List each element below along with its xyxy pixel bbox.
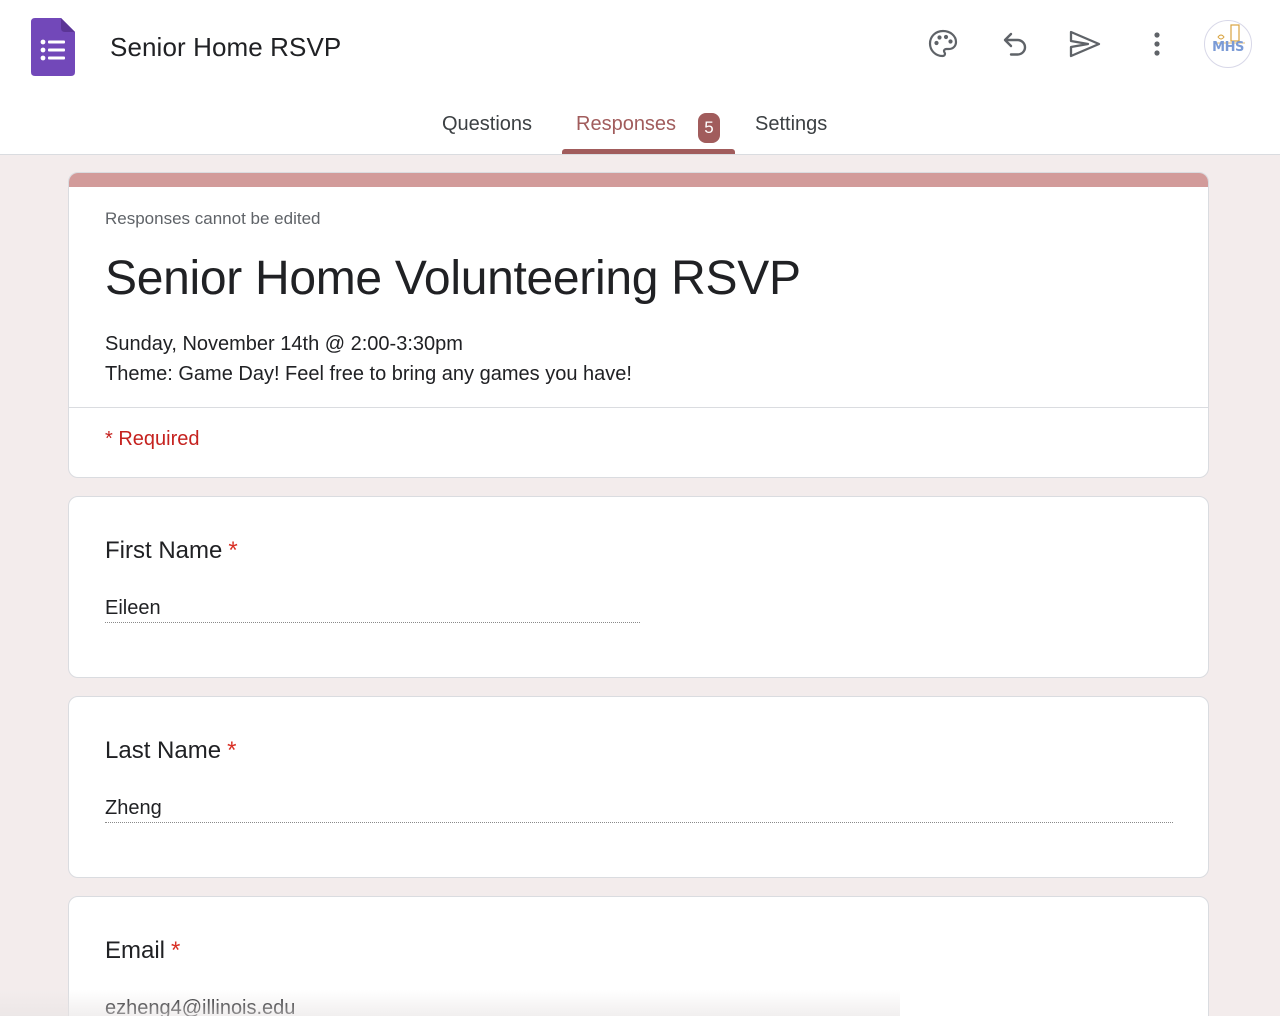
required-note: * Required xyxy=(105,428,200,450)
answer-underline xyxy=(105,822,1173,823)
question-title: First Name xyxy=(105,537,223,564)
question-title: Email xyxy=(105,937,166,964)
question-card-email: Email * ezheng4@illinois.edu xyxy=(68,896,1209,1016)
question-label: Last Name * xyxy=(105,737,236,765)
form-description-line: Sunday, November 14th @ 2:00-3:30pm xyxy=(105,333,463,355)
question-label: Email * xyxy=(105,937,180,965)
required-asterisk: * xyxy=(171,937,181,964)
answer-text: ezheng4@illinois.edu xyxy=(105,997,296,1016)
question-card-first-name: First Name * Eileen xyxy=(68,496,1209,678)
tab-responses[interactable]: Responses xyxy=(576,113,676,136)
top-app-bar: Senior Home RSVP MHS Questions Responses… xyxy=(0,0,1280,155)
send-icon xyxy=(1068,29,1102,59)
question-card-last-name: Last Name * Zheng xyxy=(68,696,1209,878)
form-tabs: Questions Responses 5 Settings xyxy=(0,105,1280,155)
avatar-initials: MHS xyxy=(1212,40,1244,55)
form-description-line: Theme: Game Day! Feel free to bring any … xyxy=(105,363,632,385)
send-button[interactable] xyxy=(1065,24,1105,64)
undo-button[interactable] xyxy=(995,24,1035,64)
answer-text: Zheng xyxy=(105,797,162,819)
form-header-card: Responses cannot be edited Senior Home V… xyxy=(68,172,1209,478)
more-options-button[interactable] xyxy=(1137,24,1177,64)
more-vert-icon xyxy=(1152,30,1162,58)
responses-count-badge: 5 xyxy=(698,113,720,143)
form-title: Senior Home Volunteering RSVP xyxy=(105,252,801,305)
account-avatar[interactable]: MHS xyxy=(1204,20,1252,68)
google-forms-icon[interactable] xyxy=(31,18,75,76)
tab-settings[interactable]: Settings xyxy=(755,113,827,136)
question-label: First Name * xyxy=(105,537,238,565)
form-document-title[interactable]: Senior Home RSVP xyxy=(110,32,341,63)
active-tab-indicator xyxy=(562,149,735,154)
customize-theme-button[interactable] xyxy=(923,24,963,64)
required-asterisk: * xyxy=(227,737,237,764)
palette-icon xyxy=(927,28,959,60)
undo-icon xyxy=(1000,29,1030,59)
answer-underline xyxy=(105,622,640,623)
required-asterisk: * xyxy=(228,537,238,564)
responses-not-editable-note: Responses cannot be edited xyxy=(105,209,321,228)
question-title: Last Name xyxy=(105,737,222,764)
divider xyxy=(69,407,1208,408)
header-accent-bar xyxy=(69,173,1208,187)
tab-questions[interactable]: Questions xyxy=(442,113,532,136)
answer-text: Eileen xyxy=(105,597,161,619)
